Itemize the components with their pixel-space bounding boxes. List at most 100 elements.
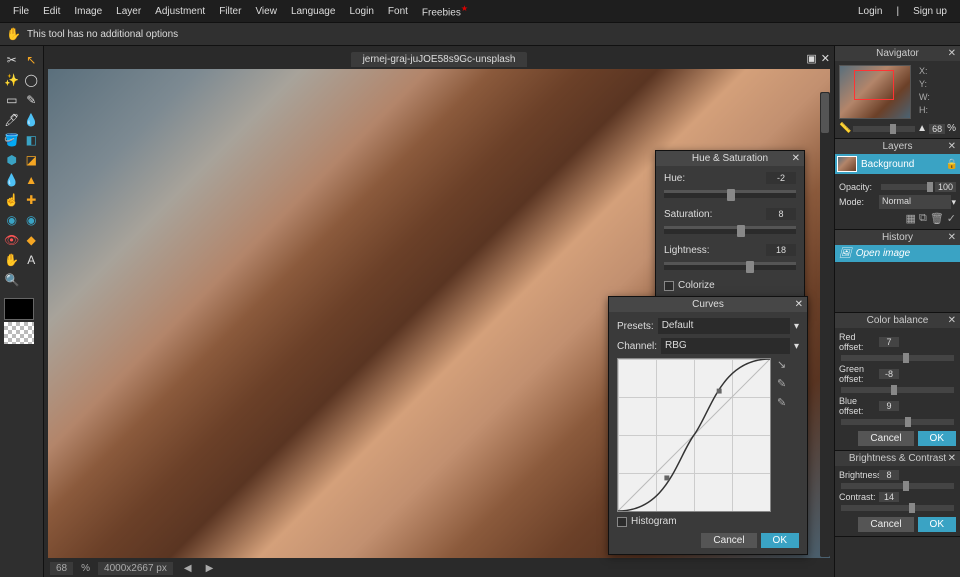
eyedrop-gray-icon[interactable]: ✎: [777, 377, 786, 390]
zoom-tool[interactable]: 🔍: [3, 271, 21, 289]
brightness-value[interactable]: 8: [879, 470, 899, 480]
histogram-checkbox[interactable]: Histogram: [617, 516, 799, 527]
vertical-scrollbar[interactable]: [820, 92, 830, 557]
ruler-icon[interactable]: 📏: [839, 123, 851, 134]
menu-adjustment[interactable]: Adjustment: [148, 4, 212, 19]
lightness-slider[interactable]: [664, 262, 796, 270]
chevron-down-icon[interactable]: ▾: [794, 321, 799, 332]
burn-tool[interactable]: ◉: [23, 211, 41, 229]
sharpen-tool[interactable]: ▲: [23, 171, 41, 189]
bc-ok-button[interactable]: OK: [918, 517, 956, 532]
new-layer-icon[interactable]: ▦: [906, 212, 916, 225]
close-icon[interactable]: ✕: [792, 153, 800, 164]
eyedrop-white-icon[interactable]: ✎: [777, 396, 786, 409]
hue-value[interactable]: -2: [766, 172, 796, 184]
move-tool[interactable]: ↖: [23, 51, 41, 69]
chevron-down-icon[interactable]: ▾: [951, 197, 956, 208]
green-offset-value[interactable]: -8: [879, 369, 899, 379]
red-offset-slider[interactable]: [841, 355, 954, 361]
curves-graph[interactable]: [617, 358, 771, 512]
curves-cancel-button[interactable]: Cancel: [701, 533, 756, 548]
shape-tool[interactable]: ◆: [23, 231, 41, 249]
wand-tool[interactable]: ✨: [3, 71, 21, 89]
login-link[interactable]: Login: [851, 4, 889, 19]
clone-tool[interactable]: ⬢: [3, 151, 21, 169]
lock-icon[interactable]: 🔒: [946, 159, 958, 170]
zoom-percentage[interactable]: 68: [50, 562, 73, 575]
fill-tool[interactable]: 🪣: [3, 131, 21, 149]
brush-tool[interactable]: ✎: [23, 91, 41, 109]
smudge-tool[interactable]: ☝: [3, 191, 21, 209]
hand-tool[interactable]: ✋: [3, 251, 21, 269]
document-tab[interactable]: jernej-graj-juJOE58s9Gc-unsplash: [351, 52, 528, 67]
menu-image[interactable]: Image: [67, 4, 109, 19]
lasso-tool[interactable]: ◯: [23, 71, 41, 89]
contrast-slider[interactable]: [841, 505, 954, 511]
cb-ok-button[interactable]: OK: [918, 431, 956, 446]
menu-edit[interactable]: Edit: [36, 4, 67, 19]
menu-layer[interactable]: Layer: [109, 4, 148, 19]
signup-link[interactable]: Sign up: [906, 4, 954, 19]
presets-select[interactable]: Default: [658, 318, 790, 334]
blend-mode-select[interactable]: Normal: [879, 195, 951, 209]
navigator-thumbnail[interactable]: [839, 65, 911, 119]
curves-ok-button[interactable]: OK: [761, 533, 799, 548]
hue-slider[interactable]: [664, 190, 796, 198]
menu-font[interactable]: Font: [381, 4, 415, 19]
marquee-tool[interactable]: ▭: [3, 91, 21, 109]
menu-login[interactable]: Login: [342, 4, 380, 19]
redeye-tool[interactable]: 👁: [3, 231, 21, 249]
lightness-value[interactable]: 18: [766, 244, 796, 256]
eyedrop-tool[interactable]: 💧: [23, 111, 41, 129]
close-icon[interactable]: ✕: [948, 232, 956, 243]
close-icon[interactable]: ✕: [948, 453, 956, 464]
saturation-value[interactable]: 8: [766, 208, 796, 220]
close-icon[interactable]: ✕: [948, 48, 956, 59]
pencil-tool[interactable]: 🖊: [3, 111, 21, 129]
popout-icon[interactable]: ▣: [806, 52, 816, 65]
navigator-zoom-slider[interactable]: [853, 126, 915, 132]
blue-offset-slider[interactable]: [841, 419, 954, 425]
menu-freebies[interactable]: Freebies★: [415, 2, 475, 20]
blur-tool[interactable]: 💧: [3, 171, 21, 189]
bc-cancel-button[interactable]: Cancel: [858, 517, 913, 532]
saturation-slider[interactable]: [664, 226, 796, 234]
heal-tool[interactable]: ✚: [23, 191, 41, 209]
crop-tool[interactable]: ✂: [3, 51, 21, 69]
status-next[interactable]: ▶: [203, 563, 217, 574]
chevron-down-icon[interactable]: ▾: [794, 341, 799, 352]
contrast-value[interactable]: 14: [879, 492, 899, 502]
channel-select[interactable]: RBG: [661, 338, 790, 354]
close-icon[interactable]: ✕: [948, 141, 956, 152]
menu-language[interactable]: Language: [284, 4, 343, 19]
navigator-zoom-value[interactable]: 68: [929, 124, 945, 134]
opacity-value[interactable]: 100: [935, 182, 956, 192]
eyedrop-black-icon[interactable]: ↘: [777, 358, 786, 371]
colorize-checkbox[interactable]: Colorize: [664, 280, 796, 291]
layer-row[interactable]: Background 🔒: [835, 154, 960, 174]
close-tab-icon[interactable]: ✕: [821, 52, 830, 65]
brightness-slider[interactable]: [841, 483, 954, 489]
foreground-swatch[interactable]: [4, 298, 34, 320]
duplicate-icon[interactable]: ⧉: [919, 212, 927, 225]
gradient-tool[interactable]: ◧: [23, 131, 41, 149]
red-offset-value[interactable]: 7: [879, 337, 899, 347]
status-prev[interactable]: ◀: [181, 563, 195, 574]
eraser-tool[interactable]: ◪: [23, 151, 41, 169]
menu-file[interactable]: File: [6, 4, 36, 19]
merge-icon[interactable]: ✓: [947, 212, 956, 225]
history-item[interactable]: 🖼 Open image: [835, 245, 960, 262]
blue-offset-value[interactable]: 9: [879, 401, 899, 411]
opacity-slider[interactable]: [881, 184, 933, 190]
background-swatch[interactable]: [4, 322, 34, 344]
close-icon[interactable]: ✕: [948, 315, 956, 326]
menu-filter[interactable]: Filter: [212, 4, 248, 19]
dodge-tool[interactable]: ◉: [3, 211, 21, 229]
green-offset-slider[interactable]: [841, 387, 954, 393]
menu-view[interactable]: View: [248, 4, 284, 19]
text-tool[interactable]: A: [23, 251, 41, 269]
zoom-out-icon[interactable]: ▲: [917, 123, 927, 134]
cb-cancel-button[interactable]: Cancel: [858, 431, 913, 446]
close-icon[interactable]: ✕: [795, 299, 803, 310]
delete-icon[interactable]: 🗑: [930, 212, 944, 225]
